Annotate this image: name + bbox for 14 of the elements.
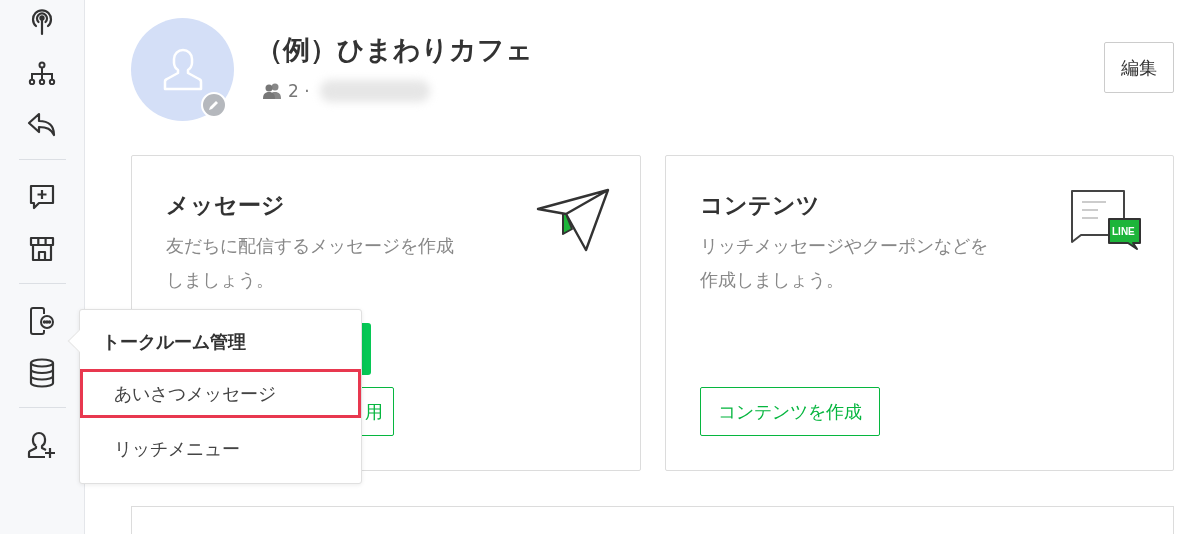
menu-item[interactable]: リッチメニュー <box>80 424 361 473</box>
menu-title: トークルーム管理 <box>101 330 247 354</box>
logo-label: LINE <box>1112 225 1135 239</box>
card-title: メッセージ <box>166 191 286 220</box>
card-description: リッチメッセージやクーポンなどを作成しましょう。 <box>699 233 989 292</box>
paper-plane-icon <box>535 188 612 254</box>
menu-item[interactable]: あいさつメッセージ <box>80 369 361 418</box>
card-description: 友だちに配信するメッセージを作成しましょう。 <box>166 233 455 292</box>
account-name: （例）ひまわりカフェ <box>256 33 534 67</box>
person-icon <box>162 46 203 93</box>
member-count: 2 · <box>288 79 310 103</box>
card-title: コンテンツ <box>699 191 821 220</box>
people-icon <box>262 83 282 100</box>
edit-button[interactable]: 編集 <box>1104 42 1174 93</box>
